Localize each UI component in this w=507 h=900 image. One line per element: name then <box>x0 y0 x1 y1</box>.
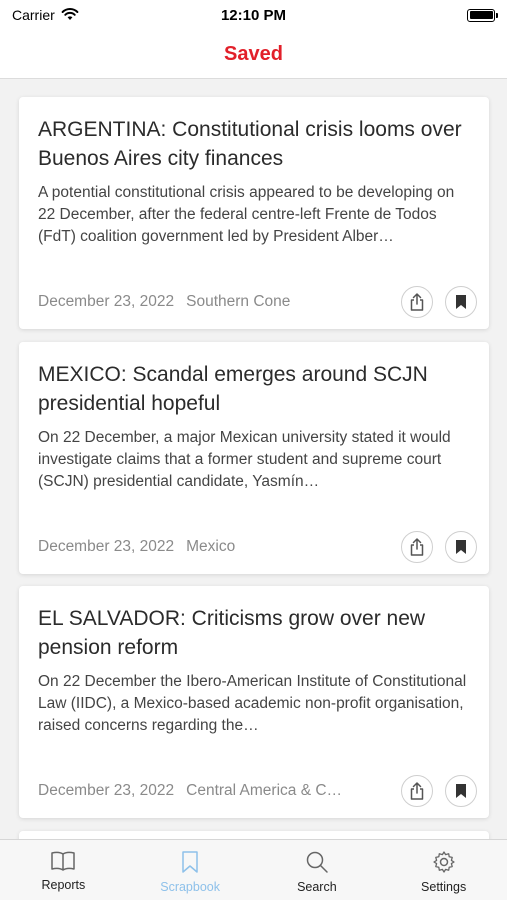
wifi-icon <box>61 7 79 24</box>
article-footer: December 23, 2022 Central America & C… <box>38 774 477 808</box>
tab-label: Settings <box>421 880 467 894</box>
tab-settings[interactable]: Settings <box>380 840 507 900</box>
share-button[interactable] <box>401 775 433 807</box>
status-left: Carrier <box>12 7 182 24</box>
battery-icon <box>467 8 498 22</box>
bookmark-filled-icon <box>456 295 466 309</box>
article-title[interactable]: EL SALVADOR: Criticisms grow over new pe… <box>38 604 470 662</box>
article-summary: On 22 December, a major Mexican universi… <box>38 429 451 490</box>
article-region: Southern Cone <box>186 293 291 310</box>
article-region: Mexico <box>186 538 236 555</box>
saved-articles-list[interactable]: ARGENTINA: Constitutional crisis looms o… <box>0 79 507 839</box>
gear-icon <box>432 851 455 873</box>
share-icon <box>410 293 424 311</box>
tab-label: Reports <box>41 878 86 892</box>
article-date: December 23, 2022 <box>38 782 175 799</box>
screen: Carrier 12:10 PM Saved ARGENTINA: Consti… <box>0 0 507 900</box>
article-title[interactable]: ARGENTINA: Constitutional crisis looms o… <box>38 115 470 173</box>
tab-label: Search <box>297 880 337 894</box>
tab-search[interactable]: Search <box>254 840 381 900</box>
page-title: Saved <box>224 42 283 65</box>
article-card[interactable]: MEXICO: Scandal emerges around SCJN pres… <box>19 342 489 574</box>
article-region: Central America & C… <box>186 782 343 799</box>
status-time: 12:10 PM <box>220 6 287 24</box>
share-icon <box>410 782 424 800</box>
bookmark-icon <box>182 851 198 873</box>
tab-reports[interactable]: Reports <box>0 840 127 900</box>
article-date: December 23, 2022 <box>38 538 175 555</box>
status-bar: Carrier 12:10 PM <box>0 0 507 30</box>
bookmark-button[interactable] <box>445 286 477 318</box>
article-footer: December 23, 2022 Mexico <box>38 530 477 564</box>
carrier-label: Carrier <box>12 7 55 23</box>
search-icon <box>306 851 328 873</box>
share-button[interactable] <box>401 531 433 563</box>
tab-label: Scrapbook <box>160 880 220 894</box>
share-button[interactable] <box>401 286 433 318</box>
article-date: December 23, 2022 <box>38 293 175 310</box>
tab-scrapbook[interactable]: Scrapbook <box>127 840 254 900</box>
tab-bar: Reports Scrapbook Search Settings <box>0 839 507 900</box>
article-summary: A potential constitutional crisis appear… <box>38 184 455 245</box>
article-card[interactable]: ARGENTINA: Constitutional crisis looms o… <box>19 97 489 329</box>
article-summary: On 22 December the Ibero-American Instit… <box>38 673 467 734</box>
bookmark-filled-icon <box>456 784 466 798</box>
book-icon <box>51 851 76 871</box>
article-card[interactable]: EL SALVADOR: Criticisms grow over new pe… <box>19 586 489 818</box>
bookmark-button[interactable] <box>445 531 477 563</box>
article-card-partial[interactable] <box>19 831 489 839</box>
status-right <box>325 8 498 22</box>
article-title[interactable]: MEXICO: Scandal emerges around SCJN pres… <box>38 360 470 418</box>
bookmark-filled-icon <box>456 540 466 554</box>
nav-bar: Saved <box>0 30 507 79</box>
share-icon <box>410 538 424 556</box>
article-footer: December 23, 2022 Southern Cone <box>38 285 477 319</box>
bookmark-button[interactable] <box>445 775 477 807</box>
